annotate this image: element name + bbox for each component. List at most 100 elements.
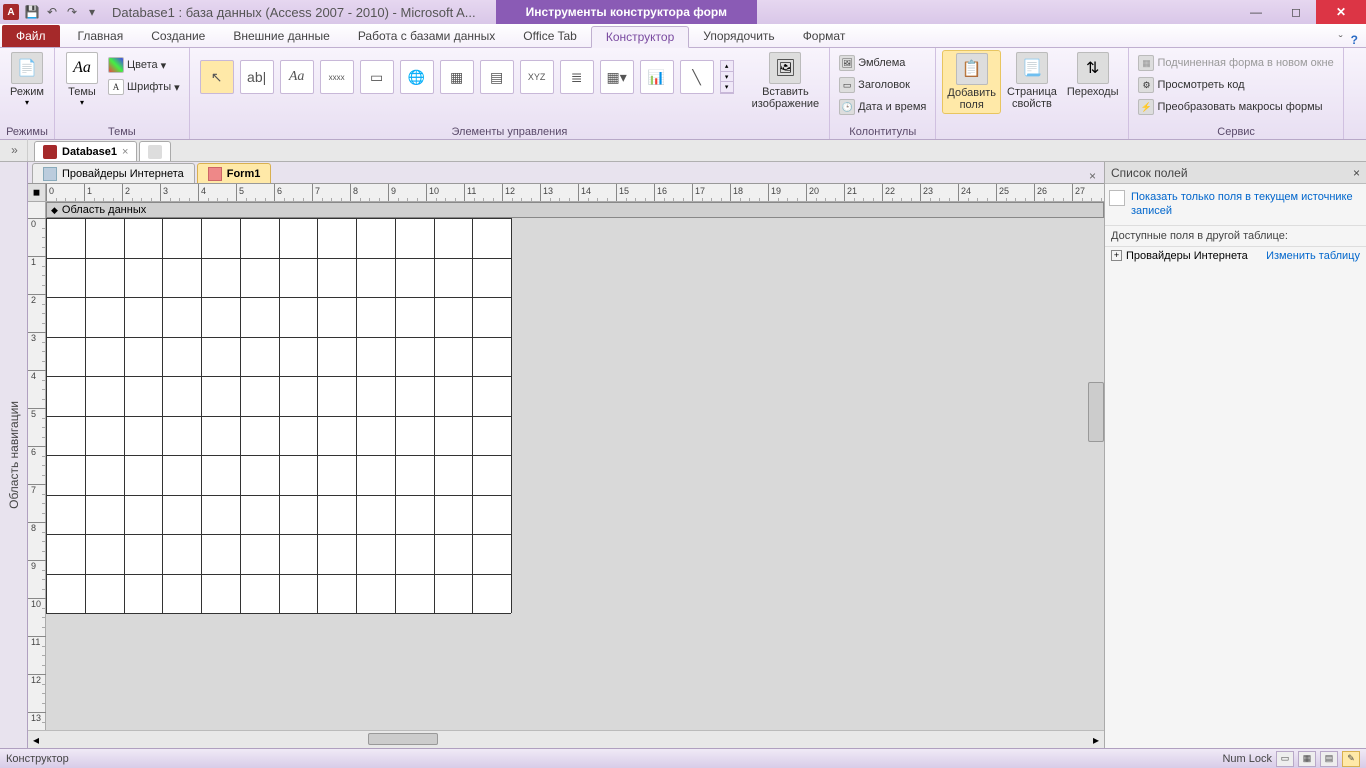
view-datasheet-button[interactable]: ▦: [1298, 751, 1316, 767]
tab-office-tab[interactable]: Office Tab: [509, 25, 591, 47]
logo-icon: 🖼: [839, 55, 855, 71]
title-bar: A 💾 ↶ ↷ ▾ Database1 : база данных (Acces…: [0, 0, 1366, 24]
close-icon[interactable]: ×: [122, 146, 128, 158]
maximize-button[interactable]: ◻: [1276, 0, 1316, 24]
subform-icon: ▦: [1138, 55, 1154, 71]
control-label-icon[interactable]: Aa: [280, 60, 314, 94]
control-chart-icon[interactable]: 📊: [640, 60, 674, 94]
horizontal-ruler: ◼ 01234567891011121314151617181920212223…: [28, 184, 1104, 202]
qat-customize-icon[interactable]: ▾: [83, 3, 101, 21]
design-canvas-viewport[interactable]: ◆ Область данных: [46, 202, 1104, 730]
control-optiongroup-icon[interactable]: XYZ: [520, 60, 554, 94]
tab-home[interactable]: Главная: [64, 25, 138, 47]
new-file-icon: [148, 145, 162, 159]
ribbon: 📄 Режим ▾ Режимы Aa Темы ▾ Цвета ▾ AШриф…: [0, 48, 1366, 140]
colors-icon: [108, 57, 124, 73]
close-object-button[interactable]: ×: [1081, 169, 1104, 183]
control-button-icon[interactable]: xxxx: [320, 60, 354, 94]
object-tab-form[interactable]: Form1: [197, 163, 272, 183]
control-select-icon[interactable]: ↖: [200, 60, 234, 94]
view-code-button[interactable]: ⚙Просмотреть код: [1135, 74, 1336, 96]
tab-external-data[interactable]: Внешние данные: [219, 25, 344, 47]
tab-order-icon: ⇅: [1077, 52, 1109, 84]
themes-button[interactable]: Aa Темы ▾: [61, 50, 103, 109]
object-tabs: Провайдеры Интернета Form1 ×: [28, 162, 1104, 184]
tab-order-button[interactable]: ⇅ Переходы: [1063, 50, 1123, 100]
control-pagebreak-icon[interactable]: ≣: [560, 60, 594, 94]
table-icon: [43, 167, 57, 181]
app-icon: A: [3, 4, 19, 20]
close-button[interactable]: ✕: [1316, 0, 1366, 24]
doc-tab-new[interactable]: [139, 141, 171, 161]
fonts-icon: A: [108, 79, 124, 95]
group-service: ▦Подчиненная форма в новом окне ⚙Просмот…: [1129, 48, 1343, 139]
logo-button[interactable]: 🖼Эмблема: [836, 52, 929, 74]
link-icon: [1109, 190, 1125, 206]
fonts-button[interactable]: AШрифты ▾: [105, 76, 183, 98]
navigation-pane-collapsed[interactable]: Область навигации: [0, 162, 28, 748]
doc-tab-database[interactable]: Database1 ×: [34, 141, 137, 161]
edit-table-link[interactable]: Изменить таблицу: [1266, 250, 1360, 262]
view-icon: 📄: [11, 52, 43, 84]
group-themes: Aa Темы ▾ Цвета ▾ AШрифты ▾ Темы: [55, 48, 190, 139]
ruler-corner[interactable]: ◼: [28, 184, 46, 201]
control-line-icon[interactable]: ╲: [680, 60, 714, 94]
view-design-button[interactable]: ✎: [1342, 751, 1360, 767]
datetime-icon: 🕒: [839, 99, 855, 115]
controls-gallery[interactable]: ↖ ab| Aa xxxx ▭ 🌐 ▦ ▤ XYZ ≣ ▦▾ 📊 ╲ ▴▾▾: [196, 50, 738, 94]
colors-button[interactable]: Цвета ▾: [105, 54, 183, 76]
object-tab-table[interactable]: Провайдеры Интернета: [32, 163, 195, 183]
panel-close-button[interactable]: ×: [1353, 166, 1360, 180]
show-current-source-link[interactable]: Показать только поля в текущем источнике…: [1105, 184, 1366, 226]
subform-button[interactable]: ▦Подчиненная форма в новом окне: [1135, 52, 1336, 74]
qat-redo-icon[interactable]: ↷: [63, 3, 81, 21]
add-fields-button[interactable]: 📋 Добавить поля: [942, 50, 1001, 114]
convert-macros-button[interactable]: ⚡Преобразовать макросы формы: [1135, 96, 1336, 118]
section-toggle-icon: ◆: [51, 205, 58, 216]
help-icon[interactable]: ?: [1351, 33, 1358, 47]
tab-format[interactable]: Формат: [789, 25, 860, 47]
expand-icon[interactable]: +: [1111, 250, 1122, 261]
field-list-panel: Список полей × Показать только поля в те…: [1104, 162, 1366, 748]
window-title: Database1 : база данных (Access 2007 - 2…: [112, 5, 476, 20]
section-bar-detail[interactable]: ◆ Область данных: [46, 202, 1104, 218]
other-tables-label: Доступные поля в другой таблице:: [1105, 226, 1366, 247]
view-form-button[interactable]: ▭: [1276, 751, 1294, 767]
contextual-tab-title: Инструменты конструктора форм: [496, 0, 757, 24]
qat-save-icon[interactable]: 💾: [23, 3, 41, 21]
view-layout-button[interactable]: ▤: [1320, 751, 1338, 767]
control-combobox-icon[interactable]: ▦▾: [600, 60, 634, 94]
field-list-table-item[interactable]: + Провайдеры Интернета Изменить таблицу: [1105, 247, 1366, 265]
numlock-indicator: Num Lock: [1222, 753, 1272, 765]
group-modes: 📄 Режим ▾ Режимы: [0, 48, 55, 139]
title-button[interactable]: ▭Заголовок: [836, 74, 929, 96]
file-tab[interactable]: Файл: [2, 25, 60, 47]
datetime-button[interactable]: 🕒Дата и время: [836, 96, 929, 118]
tab-arrange[interactable]: Упорядочить: [689, 25, 788, 47]
view-button[interactable]: 📄 Режим ▾: [6, 50, 48, 109]
qat-undo-icon[interactable]: ↶: [43, 3, 61, 21]
title-icon: ▭: [839, 77, 855, 93]
macro-icon: ⚡: [1138, 99, 1154, 115]
control-textbox-icon[interactable]: ab|: [240, 60, 274, 94]
ribbon-minimize-icon[interactable]: ˇ: [1339, 33, 1343, 47]
horizontal-scrollbar[interactable]: ◂ ▸: [28, 730, 1104, 748]
minimize-button[interactable]: —: [1236, 0, 1276, 24]
nav-expand-button[interactable]: »: [2, 139, 28, 161]
field-list-header: Список полей ×: [1105, 162, 1366, 184]
work-area: Провайдеры Интернета Form1 × ◼ 012345678…: [28, 162, 1104, 748]
form-design-surface[interactable]: [46, 218, 511, 613]
vertical-ruler: 01234567891011121314: [28, 202, 46, 730]
themes-icon: Aa: [66, 52, 98, 84]
control-webbrowser-icon[interactable]: ▦: [440, 60, 474, 94]
tab-create[interactable]: Создание: [137, 25, 219, 47]
control-navigation-icon[interactable]: ▤: [480, 60, 514, 94]
control-tab-icon[interactable]: ▭: [360, 60, 394, 94]
insert-image-button[interactable]: 🖼 Вставить изображение: [748, 50, 824, 112]
vertical-scrollbar[interactable]: [1088, 382, 1104, 442]
tab-database-tools[interactable]: Работа с базами данных: [344, 25, 509, 47]
property-sheet-button[interactable]: 📃 Страница свойств: [1003, 50, 1061, 112]
control-hyperlink-icon[interactable]: 🌐: [400, 60, 434, 94]
gallery-scroller[interactable]: ▴▾▾: [720, 60, 734, 94]
tab-design[interactable]: Конструктор: [591, 26, 689, 48]
